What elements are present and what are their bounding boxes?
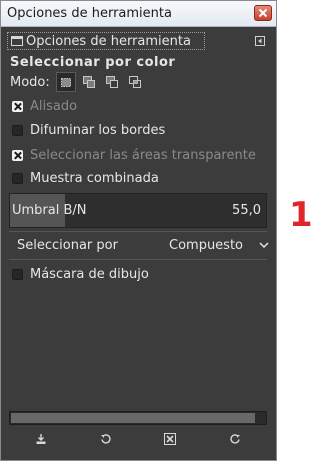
merged-checkbox[interactable] bbox=[12, 172, 23, 184]
merged-label: Muestra combinada bbox=[30, 170, 159, 186]
title-bar[interactable]: Opciones de herramienta bbox=[1, 1, 276, 27]
tab-label: Opciones de herramienta bbox=[26, 33, 191, 49]
intersect-mode-icon bbox=[128, 76, 141, 88]
mode-add-button[interactable] bbox=[79, 72, 99, 92]
transparent-option[interactable]: Seleccionar las áreas transparente bbox=[12, 146, 256, 164]
replace-mode-icon bbox=[60, 78, 71, 87]
divider bbox=[9, 259, 267, 260]
reset-options-icon bbox=[230, 434, 240, 444]
select-by-row: Seleccionar por Compuesto bbox=[9, 233, 271, 258]
add-mode-icon bbox=[82, 76, 95, 88]
save-options-icon bbox=[36, 434, 46, 444]
horizontal-scrollbar[interactable] bbox=[9, 411, 267, 425]
mode-intersect-button[interactable] bbox=[125, 72, 145, 92]
tab-tool-options[interactable]: Opciones de herramienta bbox=[7, 32, 205, 50]
window-title: Opciones de herramienta bbox=[7, 6, 172, 21]
threshold-value[interactable]: 55,0 bbox=[232, 203, 261, 218]
tab-menu-button[interactable] bbox=[254, 35, 266, 47]
restore-options-button[interactable] bbox=[95, 429, 117, 449]
tool-options-window: Opciones de herramienta Opciones de herr… bbox=[0, 0, 277, 461]
merged-option[interactable]: Muestra combinada bbox=[12, 169, 159, 187]
save-options-button[interactable] bbox=[30, 429, 52, 449]
threshold-slider[interactable]: Umbral B/N 55,0 bbox=[9, 193, 267, 228]
dockable-header: Opciones de herramienta bbox=[4, 31, 266, 51]
close-button[interactable] bbox=[254, 5, 272, 21]
feather-checkbox[interactable] bbox=[12, 124, 23, 136]
step-number-annotation: 1 bbox=[289, 195, 313, 235]
close-icon bbox=[258, 8, 268, 18]
delete-options-icon bbox=[164, 433, 177, 445]
threshold-label: Umbral B/N bbox=[12, 203, 87, 218]
restore-options-icon bbox=[100, 434, 111, 444]
scrollbar-thumb[interactable] bbox=[11, 413, 255, 423]
tool-options-icon bbox=[11, 36, 23, 46]
feather-option[interactable]: Difuminar los bordes bbox=[12, 121, 165, 139]
subtract-mode-icon bbox=[105, 76, 118, 88]
divider bbox=[9, 231, 267, 232]
antialias-label: Alisado bbox=[30, 98, 78, 114]
transparent-label: Seleccionar las áreas transparente bbox=[30, 147, 256, 163]
chevron-down-icon bbox=[259, 242, 269, 249]
transparent-checkbox[interactable] bbox=[12, 149, 23, 161]
feather-label: Difuminar los bordes bbox=[30, 122, 166, 138]
mode-replace-button[interactable] bbox=[55, 72, 76, 92]
select-by-label: Seleccionar por bbox=[17, 238, 118, 253]
bottom-toolbar bbox=[9, 428, 267, 450]
mode-subtract-button[interactable] bbox=[102, 72, 122, 92]
antialias-checkbox[interactable] bbox=[12, 100, 23, 112]
draw-mask-label: Máscara de dibujo bbox=[30, 266, 149, 282]
panel-menu-icon bbox=[255, 36, 265, 46]
select-by-value: Compuesto bbox=[169, 238, 244, 253]
select-by-combo[interactable]: Compuesto bbox=[167, 233, 271, 258]
draw-mask-checkbox[interactable] bbox=[12, 268, 23, 280]
mode-row: Modo: bbox=[10, 72, 148, 92]
tool-name: Seleccionar por color bbox=[10, 55, 176, 70]
mode-label: Modo: bbox=[10, 74, 50, 90]
reset-options-button[interactable] bbox=[224, 429, 246, 449]
delete-options-button[interactable] bbox=[159, 429, 181, 449]
antialias-option[interactable]: Alisado bbox=[12, 97, 77, 115]
draw-mask-option[interactable]: Máscara de dibujo bbox=[12, 265, 149, 283]
